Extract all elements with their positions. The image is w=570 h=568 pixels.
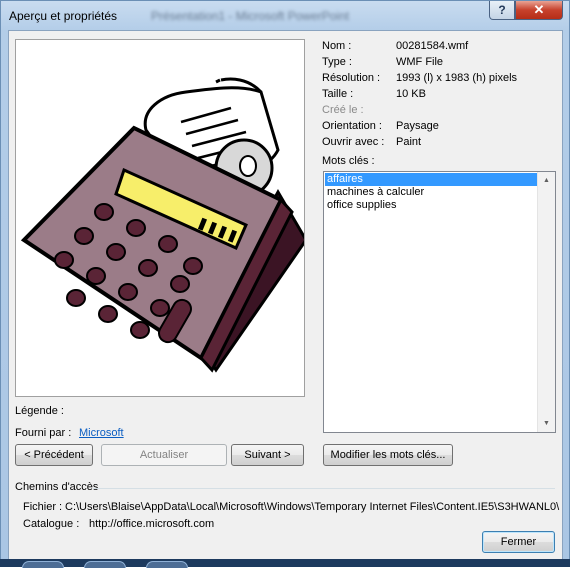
close-dialog-button[interactable]: Fermer [482,531,555,553]
keyword-item[interactable]: machines à calculer [325,186,539,199]
catalogue-label: Catalogue : [23,518,80,530]
clipart-preview [15,39,308,397]
prop-ouvrir-label: Ouvrir avec : [322,136,385,148]
next-button[interactable]: Suivant > [231,444,304,466]
paths-group: Chemins d'accès Fichier : C:\Users\Blais… [15,481,559,530]
scroll-down-icon[interactable]: ▼ [538,415,555,432]
blurred-app-title: Présentation1 - Microsoft PowerPoint [151,9,350,23]
prop-cree-label: Créé le : [322,104,364,116]
prop-type-label: Type : [322,56,352,68]
close-icon: ✕ [533,2,545,17]
legende-label: Légende : [15,405,64,417]
prop-taille-value: 10 KB [396,88,426,100]
fichier-path: C:\Users\Blaise\AppData\Local\Microsoft\… [65,501,560,513]
close-button[interactable]: ✕ [515,1,563,20]
paths-group-label: Chemins d'accès [15,481,99,493]
prop-resolution-label: Résolution : [322,72,381,84]
catalogue-value: http://office.microsoft.com [89,518,215,530]
prop-type-value: WMF File [396,56,444,68]
keywords-list[interactable]: affaires machines à calculer office supp… [323,171,556,433]
prop-taille-label: Taille : [322,88,354,100]
calculator-clipart-icon [20,77,308,373]
help-icon: ? [498,3,506,17]
group-divider [93,488,555,489]
prop-nom-value: 00281584.wmf [396,40,469,52]
help-button[interactable]: ? [489,1,515,20]
fourni-label: Fourni par : [15,427,72,439]
prop-ouvrir-value: Paint [396,136,422,148]
title-bar[interactable]: Aperçu et propriétés Présentation1 - Mic… [1,1,570,29]
dialog-content: Nom : 00281584.wmf Type : WMF File Résol… [8,30,563,560]
prop-nom-label: Nom : [322,40,352,52]
window-title: Aperçu et propriétés [9,9,118,23]
dialog-window: Aperçu et propriétés Présentation1 - Mic… [0,0,570,567]
prop-resolution-value: 1993 (l) x 1983 (h) pixels [396,72,518,84]
prop-orientation-value: Paysage [396,120,439,132]
keywords-scrollbar[interactable]: ▲ ▼ [537,172,555,432]
fichier-label: Fichier : [23,501,63,513]
keywords-label: Mots clés : [322,155,375,167]
keyword-item[interactable]: affaires [325,173,539,186]
refresh-button[interactable]: Actualiser [101,444,227,466]
keyword-item[interactable]: office supplies [325,199,539,212]
prop-orientation-label: Orientation : [322,120,382,132]
modify-keywords-button[interactable]: Modifier les mots clés... [323,444,453,466]
previous-button[interactable]: < Précédent [15,444,93,466]
scroll-up-icon[interactable]: ▲ [538,172,555,189]
provider-link[interactable]: Microsoft [79,427,124,439]
